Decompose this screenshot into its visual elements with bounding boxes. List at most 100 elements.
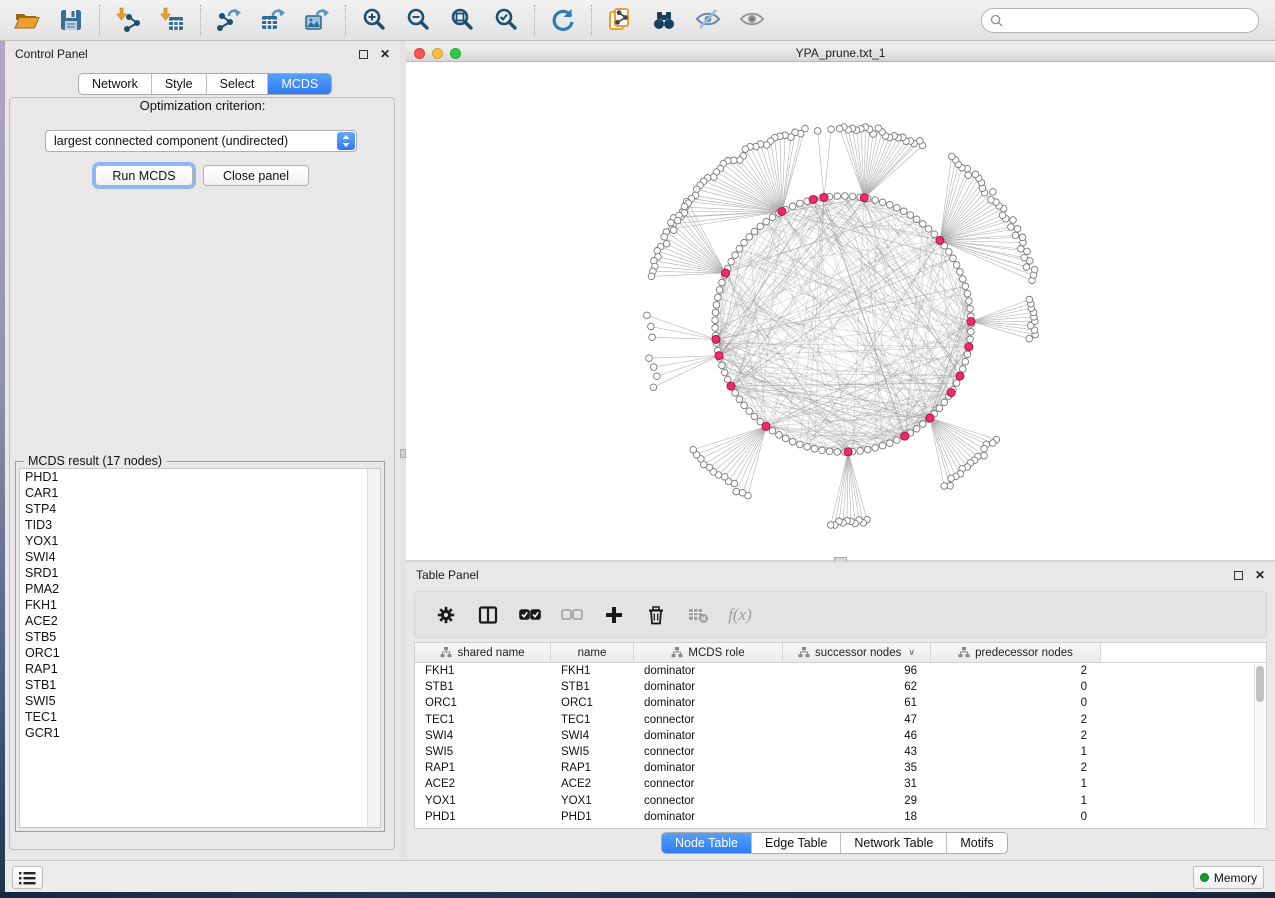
float-window-icon[interactable] xyxy=(359,50,368,59)
cell-predecessor-nodes[interactable]: 1 xyxy=(931,776,1101,792)
tab-edge-table[interactable]: Edge Table xyxy=(752,833,841,853)
deselect-all-icon[interactable] xyxy=(559,603,585,627)
cell-successor-nodes[interactable]: 18 xyxy=(783,809,931,825)
zoom-out-icon[interactable] xyxy=(403,5,433,35)
cell-shared-name[interactable]: ORC1 xyxy=(415,695,551,711)
network-window-titlebar[interactable]: YPA_prune.txt_1 xyxy=(406,45,1275,62)
cell-MCDS-role[interactable]: connector xyxy=(634,744,783,760)
mcds-result-item[interactable]: TID3 xyxy=(20,517,380,533)
cell-name[interactable]: FKH1 xyxy=(551,663,634,679)
cell-predecessor-nodes[interactable]: 1 xyxy=(931,793,1101,809)
cell-shared-name[interactable]: SWI5 xyxy=(415,744,551,760)
cell-successor-nodes[interactable]: 35 xyxy=(783,760,931,776)
save-session-icon[interactable] xyxy=(56,5,86,35)
cell-shared-name[interactable]: FKH1 xyxy=(415,663,551,679)
table-scrollbar[interactable] xyxy=(1254,664,1265,827)
mcds-list-scrollbar[interactable] xyxy=(367,469,380,827)
network-canvas[interactable] xyxy=(406,62,1275,560)
column-header-successor-nodes[interactable]: successor nodes∨ xyxy=(783,643,931,662)
column-header-predecessor-nodes[interactable]: predecessor nodes xyxy=(931,643,1101,662)
cell-predecessor-nodes[interactable]: 0 xyxy=(931,809,1101,825)
cell-name[interactable]: ORC1 xyxy=(551,695,634,711)
table-row[interactable]: SWI4SWI4dominator462 xyxy=(415,728,1266,744)
mcds-result-item[interactable]: PMA2 xyxy=(20,581,380,597)
optimization-criterion-select[interactable]: largest connected component (undirected) xyxy=(45,130,357,152)
cell-MCDS-role[interactable]: dominator xyxy=(634,695,783,711)
zoom-in-icon[interactable] xyxy=(359,5,389,35)
memory-button[interactable]: Memory xyxy=(1193,866,1264,889)
column-header-name[interactable]: name xyxy=(551,643,634,662)
mcds-result-item[interactable]: TEC1 xyxy=(20,709,380,725)
float-window-icon[interactable] xyxy=(1234,571,1243,580)
table-row[interactable]: ACE2ACE2connector311 xyxy=(415,776,1266,792)
cell-successor-nodes[interactable]: 61 xyxy=(783,695,931,711)
table-row[interactable]: RAP1RAP1dominator352 xyxy=(415,760,1266,776)
table-row[interactable]: YOX1YOX1connector291 xyxy=(415,793,1266,809)
mcds-result-item[interactable]: STB5 xyxy=(20,629,380,645)
cell-shared-name[interactable]: RAP1 xyxy=(415,760,551,776)
cell-shared-name[interactable]: STB1 xyxy=(415,679,551,695)
cell-name[interactable]: TEC1 xyxy=(551,712,634,728)
export-image-icon[interactable] xyxy=(302,5,332,35)
mcds-result-item[interactable]: YOX1 xyxy=(20,533,380,549)
tab-network[interactable]: Network xyxy=(79,74,152,94)
show-eye-icon[interactable] xyxy=(737,5,767,35)
tab-select[interactable]: Select xyxy=(207,74,269,94)
table-row[interactable]: FKH1FKH1dominator962 xyxy=(415,663,1266,679)
mcds-result-item[interactable]: CAR1 xyxy=(20,485,380,501)
select-all-check-icon[interactable] xyxy=(517,603,543,627)
tab-network-table[interactable]: Network Table xyxy=(841,833,947,853)
open-file-icon[interactable] xyxy=(12,5,42,35)
scrollbar-thumb[interactable] xyxy=(1256,666,1264,702)
export-table-icon[interactable] xyxy=(258,5,288,35)
mcds-result-item[interactable]: STP4 xyxy=(20,501,380,517)
table-row[interactable]: STB1STB1dominator620 xyxy=(415,679,1266,695)
close-panel-icon[interactable]: ✕ xyxy=(380,50,390,59)
cell-MCDS-role[interactable]: dominator xyxy=(634,760,783,776)
cell-shared-name[interactable]: TEC1 xyxy=(415,712,551,728)
cell-shared-name[interactable]: SWI4 xyxy=(415,728,551,744)
mcds-result-item[interactable]: SRD1 xyxy=(20,565,380,581)
table-row[interactable]: PHD1PHD1dominator180 xyxy=(415,809,1266,825)
search-box[interactable] xyxy=(981,8,1259,33)
table-row[interactable]: TEC1TEC1connector472 xyxy=(415,712,1266,728)
cell-MCDS-role[interactable]: dominator xyxy=(634,663,783,679)
close-panel-icon[interactable]: ✕ xyxy=(1255,571,1265,580)
cell-predecessor-nodes[interactable]: 1 xyxy=(931,744,1101,760)
table-row[interactable]: ORC1ORC1dominator610 xyxy=(415,695,1266,711)
cell-predecessor-nodes[interactable]: 2 xyxy=(931,712,1101,728)
columns-icon[interactable] xyxy=(475,603,501,627)
mcds-result-item[interactable]: PHD1 xyxy=(20,469,380,485)
cell-successor-nodes[interactable]: 62 xyxy=(783,679,931,695)
tab-motifs[interactable]: Motifs xyxy=(947,833,1006,853)
mcds-result-item[interactable]: FKH1 xyxy=(20,597,380,613)
cell-predecessor-nodes[interactable]: 0 xyxy=(931,695,1101,711)
mcds-result-list[interactable]: PHD1CAR1STP4TID3YOX1SWI4SRD1PMA2FKH1ACE2… xyxy=(19,468,381,828)
mcds-result-item[interactable]: GCR1 xyxy=(20,725,380,741)
cell-MCDS-role[interactable]: dominator xyxy=(634,809,783,825)
cell-name[interactable]: SWI5 xyxy=(551,744,634,760)
search-input[interactable] xyxy=(1008,14,1250,28)
zoom-fit-icon[interactable] xyxy=(447,5,477,35)
gear-icon[interactable] xyxy=(433,603,459,627)
column-header-MCDS-role[interactable]: MCDS role xyxy=(634,643,783,662)
cell-successor-nodes[interactable]: 29 xyxy=(783,793,931,809)
task-history-button[interactable] xyxy=(12,866,43,889)
cell-predecessor-nodes[interactable]: 2 xyxy=(931,760,1101,776)
cell-name[interactable]: STB1 xyxy=(551,679,634,695)
column-header-shared-name[interactable]: shared name xyxy=(415,643,551,662)
cell-MCDS-role[interactable]: connector xyxy=(634,793,783,809)
cell-name[interactable]: RAP1 xyxy=(551,760,634,776)
cell-shared-name[interactable]: ACE2 xyxy=(415,776,551,792)
export-network-icon[interactable] xyxy=(214,5,244,35)
cell-successor-nodes[interactable]: 31 xyxy=(783,776,931,792)
cell-predecessor-nodes[interactable]: 2 xyxy=(931,728,1101,744)
mcds-result-item[interactable]: STB1 xyxy=(20,677,380,693)
cell-MCDS-role[interactable]: connector xyxy=(634,712,783,728)
share-document-icon[interactable] xyxy=(605,5,635,35)
mcds-result-item[interactable]: SWI5 xyxy=(20,693,380,709)
mcds-result-item[interactable]: ACE2 xyxy=(20,613,380,629)
cell-MCDS-role[interactable]: dominator xyxy=(634,728,783,744)
cell-name[interactable]: SWI4 xyxy=(551,728,634,744)
tab-style[interactable]: Style xyxy=(152,74,207,94)
